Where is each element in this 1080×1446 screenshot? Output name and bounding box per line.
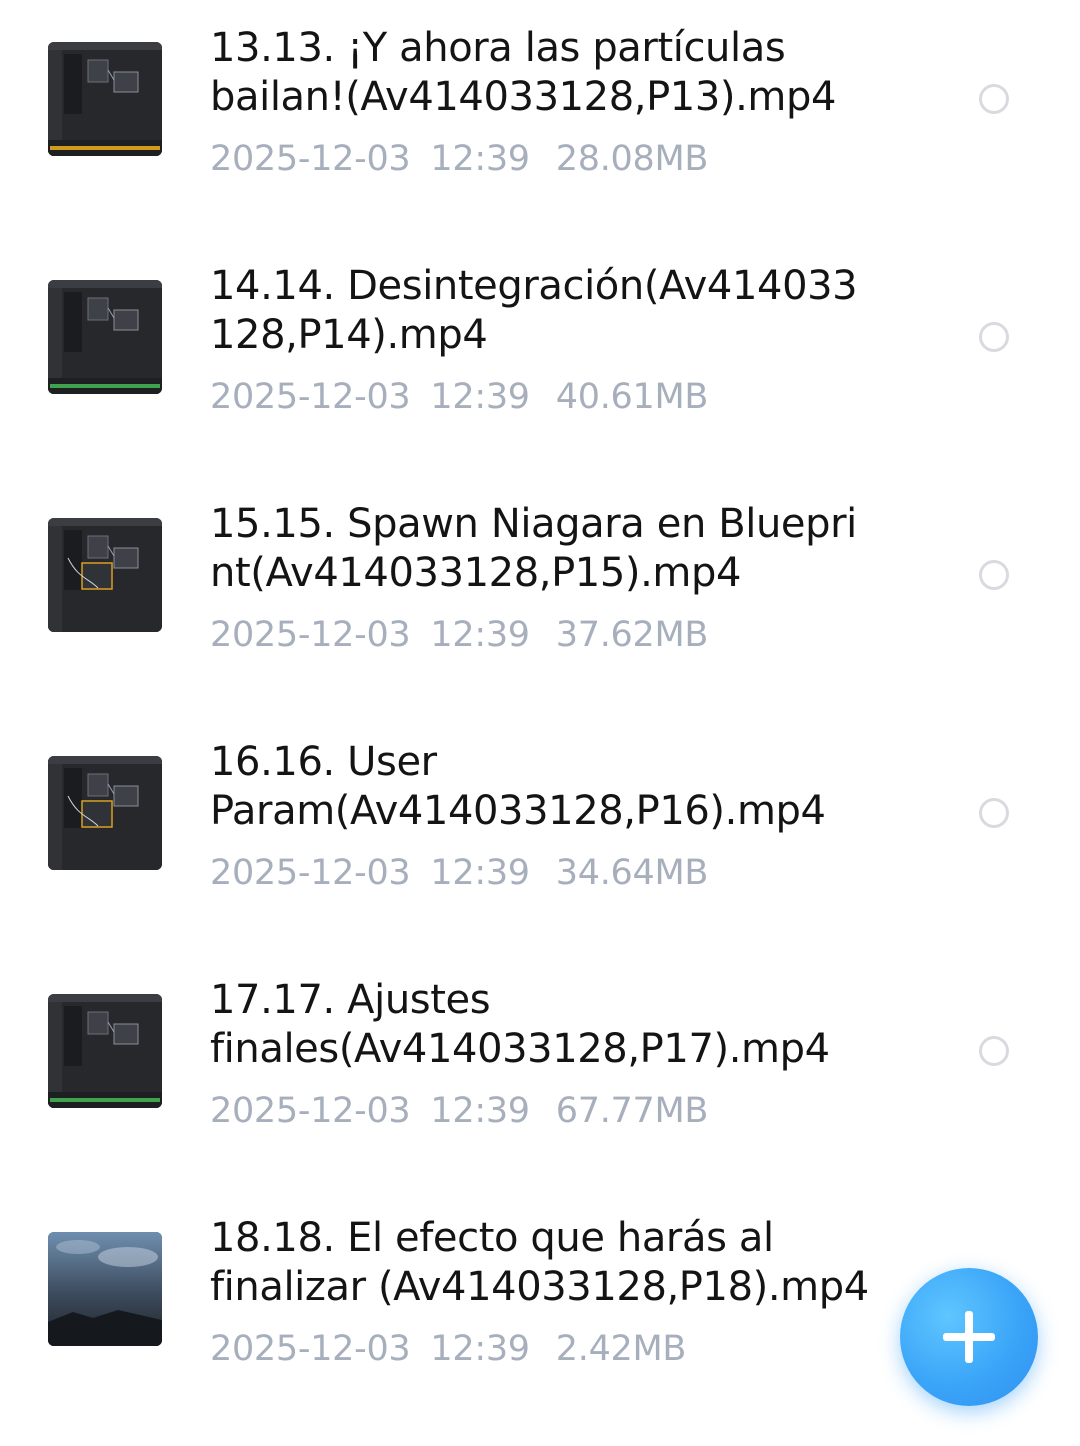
file-row[interactable]: 15.15. Spawn Niagara en Bluepri nt(Av414… (0, 476, 1080, 714)
file-name: 14.14. Desintegración(Av414033 128,P14).… (210, 263, 858, 358)
plus-icon (943, 1311, 995, 1363)
file-row[interactable]: 13.13. ¡Y ahora las partículas bailan!(A… (0, 0, 1080, 238)
file-time: 12:39 (430, 139, 530, 179)
select-radio[interactable] (979, 1036, 1009, 1066)
file-size: 37.62MB (555, 615, 709, 655)
file-row[interactable]: 16.16. User Param(Av414033128,P16).mp4 20… (0, 714, 1080, 952)
file-date: 2025-12-03 (210, 1091, 411, 1131)
video-thumbnail (48, 1232, 162, 1346)
file-date: 2025-12-03 (210, 139, 411, 179)
file-size: 2.42MB (555, 1329, 687, 1369)
video-thumbnail (48, 994, 162, 1108)
file-time: 12:39 (430, 853, 530, 893)
add-button[interactable] (900, 1268, 1038, 1406)
file-row[interactable]: 14.14. Desintegración(Av414033 128,P14).… (0, 238, 1080, 476)
select-radio[interactable] (979, 84, 1009, 114)
file-time: 12:39 (430, 1091, 530, 1131)
file-name: 18.18. El efecto que harás al finalizar … (210, 1215, 869, 1310)
select-radio[interactable] (979, 560, 1009, 590)
file-name: 15.15. Spawn Niagara en Bluepri nt(Av414… (210, 501, 857, 596)
select-radio[interactable] (979, 322, 1009, 352)
file-meta: 2025-12-03 12:39 40.61MB (210, 377, 870, 417)
file-date: 2025-12-03 (210, 377, 411, 417)
file-size: 40.61MB (555, 377, 709, 417)
file-name: 13.13. ¡Y ahora las partículas bailan!(A… (210, 25, 837, 120)
file-size: 67.77MB (555, 1091, 709, 1131)
file-time: 12:39 (430, 1329, 530, 1369)
video-thumbnail (48, 756, 162, 870)
file-time: 12:39 (430, 377, 530, 417)
video-thumbnail (48, 42, 162, 156)
file-list: 13.13. ¡Y ahora las partículas bailan!(A… (0, 0, 1080, 1446)
file-meta: 2025-12-03 12:39 34.64MB (210, 853, 870, 893)
video-thumbnail (48, 280, 162, 394)
file-meta: 2025-12-03 12:39 2.42MB (210, 1329, 870, 1369)
file-name: 17.17. Ajustes finales(Av414033128,P17).… (210, 977, 830, 1072)
file-name: 16.16. User Param(Av414033128,P16).mp4 (210, 739, 826, 834)
file-meta: 2025-12-03 12:39 37.62MB (210, 615, 870, 655)
file-date: 2025-12-03 (210, 853, 411, 893)
select-radio[interactable] (979, 798, 1009, 828)
file-time: 12:39 (430, 615, 530, 655)
file-size: 28.08MB (555, 139, 709, 179)
file-meta: 2025-12-03 12:39 28.08MB (210, 139, 870, 179)
file-date: 2025-12-03 (210, 615, 411, 655)
file-meta: 2025-12-03 12:39 67.77MB (210, 1091, 870, 1131)
file-date: 2025-12-03 (210, 1329, 411, 1369)
file-size: 34.64MB (555, 853, 709, 893)
file-row[interactable]: 17.17. Ajustes finales(Av414033128,P17).… (0, 952, 1080, 1190)
video-thumbnail (48, 518, 162, 632)
